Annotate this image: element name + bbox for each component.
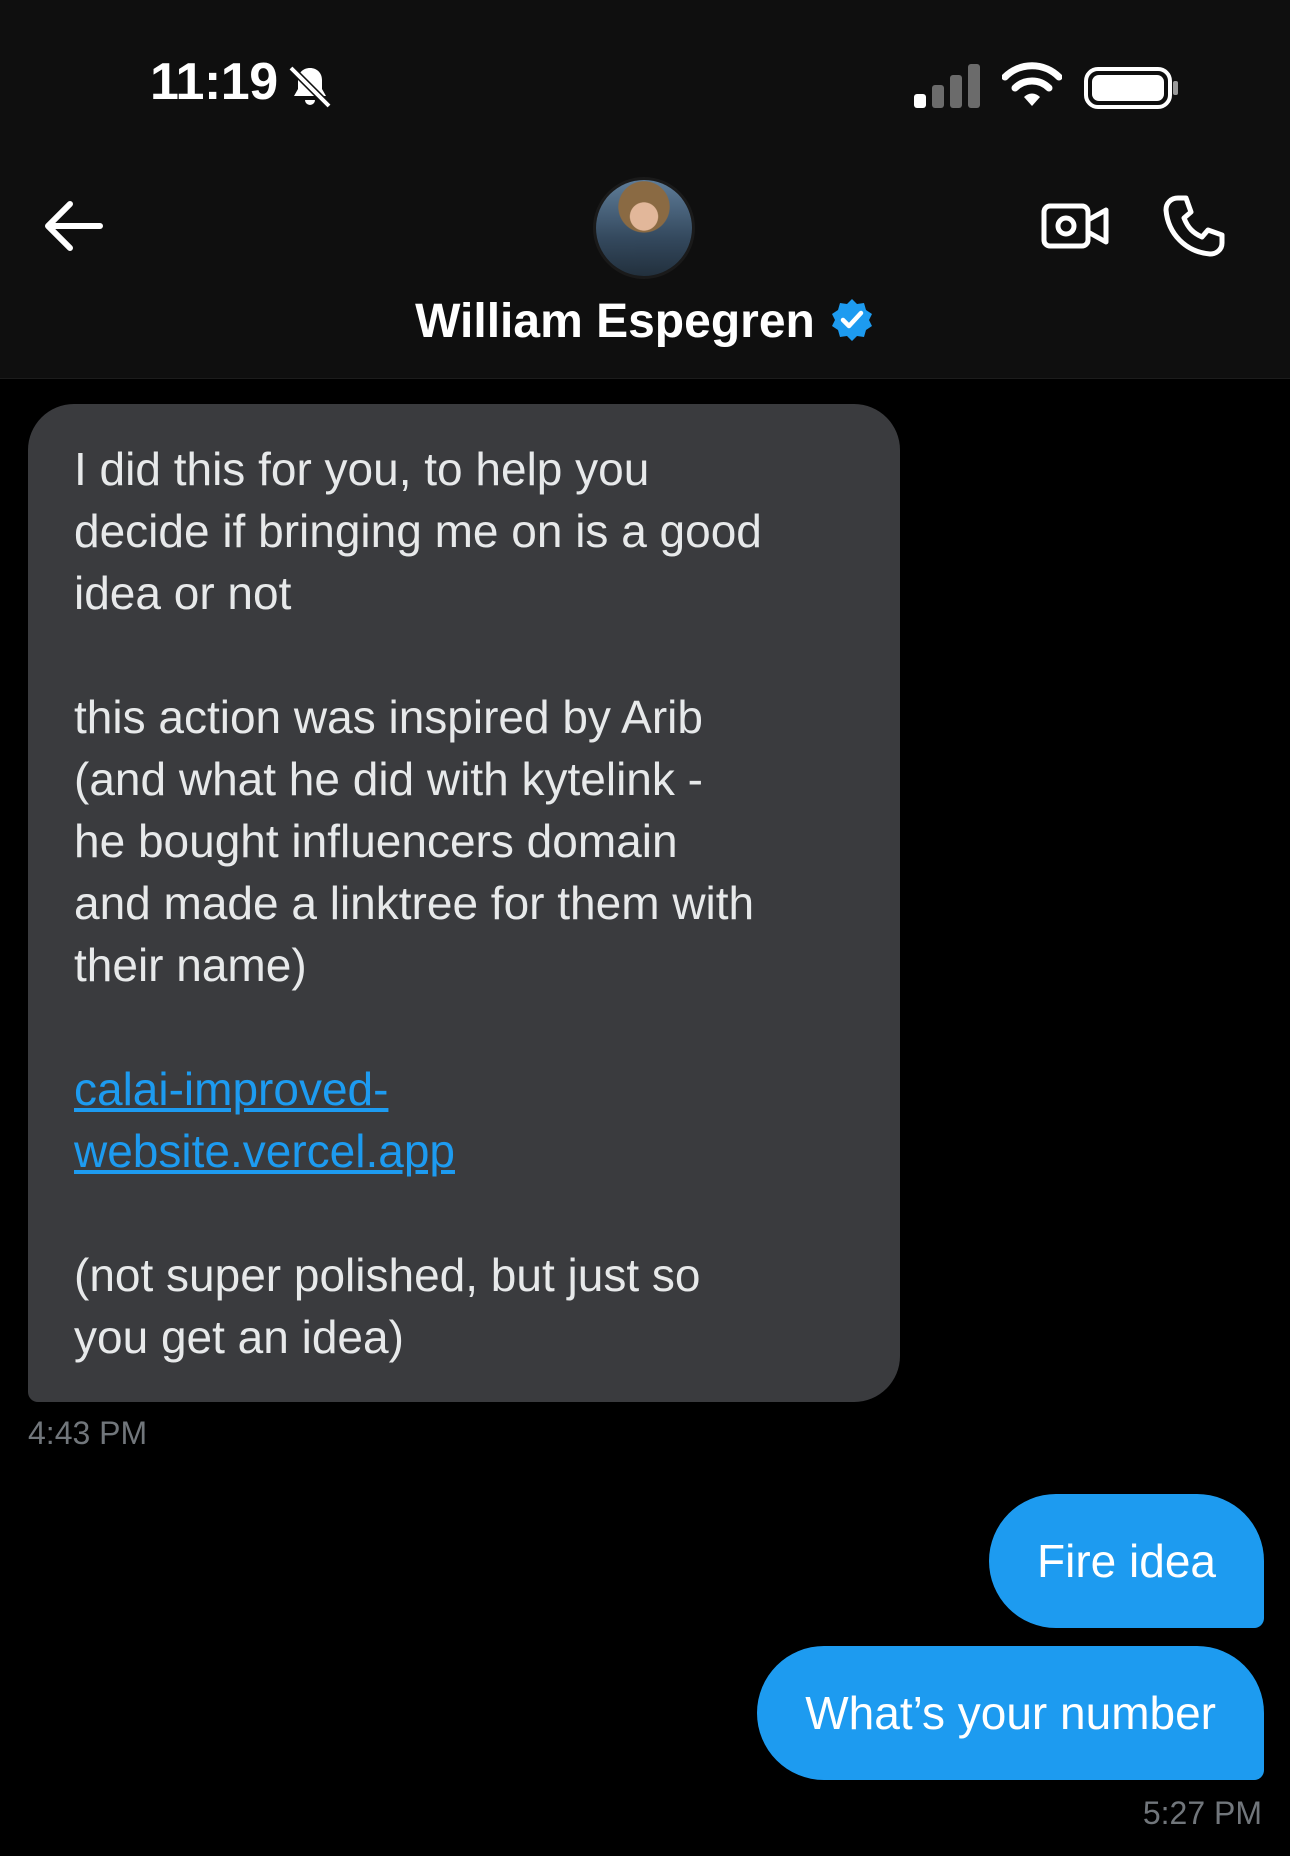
incoming-message-bubble: I did this for you, to help you decide i… [28, 404, 900, 1402]
wifi-icon [1002, 62, 1062, 106]
video-call-icon[interactable] [1040, 196, 1110, 256]
message-paragraph: I did this for you, to help you decide i… [74, 443, 762, 619]
bell-off-icon [288, 65, 332, 109]
phone-icon[interactable] [1160, 192, 1228, 260]
battery-icon [1084, 67, 1178, 109]
message-paragraph: this action was inspired by Arib (and wh… [74, 691, 755, 991]
outgoing-message-bubble: What’s your number [757, 1646, 1264, 1780]
message-paragraph: (not super polished, but just so you get… [74, 1249, 701, 1363]
outgoing-timestamp: 5:27 PM [1142, 1795, 1262, 1831]
message-link[interactable]: calai-improved- website.vercel.app [74, 1058, 854, 1182]
avatar[interactable] [596, 180, 692, 276]
status-time: 11:19 [150, 53, 278, 111]
verified-badge-icon [831, 299, 872, 341]
top-bar: 11:19 William Espegren [0, 0, 1290, 379]
outgoing-message-bubble: Fire idea [989, 1494, 1264, 1628]
back-arrow-icon[interactable] [40, 196, 106, 256]
contact-name[interactable]: William Espegren [0, 294, 1290, 349]
contact-name-text: William Espegren [415, 295, 815, 348]
signal-icon [914, 64, 980, 108]
incoming-timestamp: 4:43 PM [28, 1415, 148, 1451]
